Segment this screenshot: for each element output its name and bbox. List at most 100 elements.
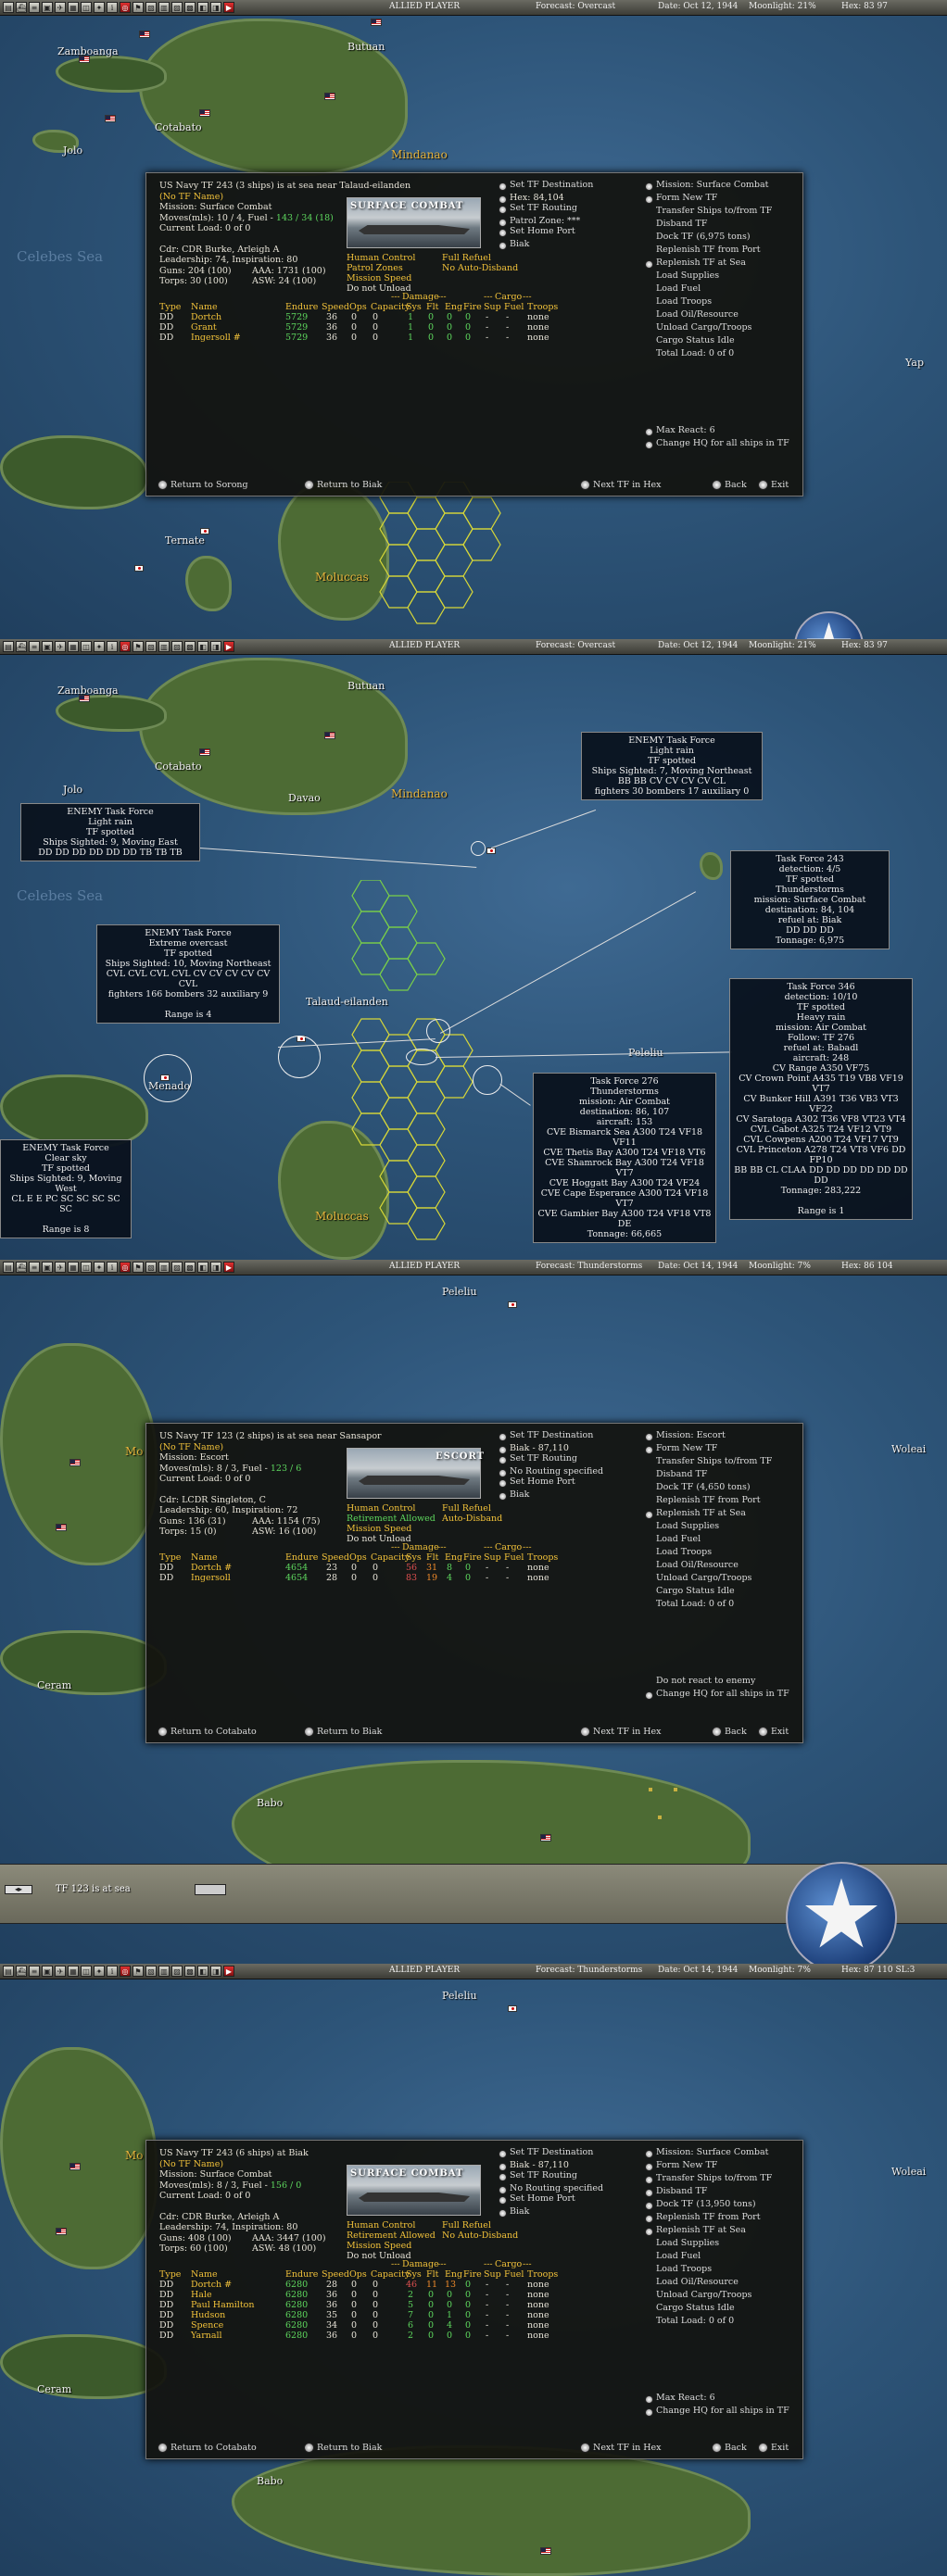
lcu-icon[interactable]: ◫: [81, 1966, 92, 1977]
info-icon[interactable]: i: [107, 641, 118, 652]
lcu-icon[interactable]: ◫: [81, 1262, 92, 1273]
base-icon[interactable]: ▣: [42, 1262, 53, 1273]
set-routing-button[interactable]: Set TF Routing: [499, 2170, 638, 2183]
play-icon[interactable]: ▶: [223, 641, 234, 652]
base-icon[interactable]: ▣: [42, 641, 53, 652]
tf-selection-ring[interactable]: [144, 1054, 192, 1102]
allied-base-flag[interactable]: [371, 19, 382, 26]
flag-icon[interactable]: ⚑: [133, 1262, 144, 1273]
air-icon[interactable]: ✈: [55, 2, 66, 13]
list-icon[interactable]: ≡: [29, 2, 40, 13]
table-row[interactable]: DD Dortch 5729 36 0 0 1 0 0 0- - none: [159, 312, 623, 322]
speed-option[interactable]: Mission Speed: [347, 2241, 541, 2251]
max-react-button[interactable]: Max React: 6: [645, 2393, 802, 2406]
info-icon[interactable]: i: [107, 1262, 118, 1273]
target-icon[interactable]: ◎: [120, 1966, 131, 1977]
disband-tf[interactable]: Disband TF: [645, 1469, 802, 1482]
speed-option[interactable]: Mission Speed: [347, 273, 541, 283]
grid-icon[interactable]: ▩: [184, 641, 196, 652]
set-routing-button[interactable]: Set TF Routing: [499, 203, 638, 216]
return-biak-button[interactable]: Return to Biak: [304, 1727, 382, 1738]
unit-icon[interactable]: ▦: [68, 1262, 79, 1273]
exit-button[interactable]: Exit: [758, 2443, 789, 2454]
table-row[interactable]: DD Ingersoll #5729 36 0 0 1 0 0 0- - none: [159, 333, 623, 343]
ship-icon[interactable]: ⛴: [16, 2, 27, 13]
list-icon[interactable]: ≡: [29, 641, 40, 652]
ship-icon[interactable]: ⛴: [16, 1966, 27, 1977]
exit-button[interactable]: Exit: [758, 1727, 789, 1738]
save-icon[interactable]: ▤: [3, 641, 14, 652]
report-icon[interactable]: ▥: [158, 2, 170, 13]
grid-icon[interactable]: ▩: [184, 1262, 196, 1273]
refuel-option[interactable]: Full Refuel: [442, 2220, 491, 2231]
replenish-port[interactable]: Replenish TF from Port: [645, 1495, 802, 1508]
ops-icon[interactable]: ◧: [197, 2, 208, 13]
refuel-option[interactable]: Full Refuel: [442, 1503, 491, 1514]
hq-icon[interactable]: ✦: [94, 2, 105, 13]
back-button[interactable]: Back: [712, 2443, 747, 2454]
base-icon[interactable]: ▣: [42, 1966, 53, 1977]
japanese-tf-marker[interactable]: [508, 1301, 517, 1308]
target-icon[interactable]: ◎: [120, 641, 131, 652]
mission-button[interactable]: Mission: Surface Combat: [645, 180, 802, 193]
refuel-option[interactable]: Full Refuel: [442, 253, 491, 264]
next-tf-button[interactable]: Next TF in Hex: [580, 2443, 662, 2454]
play-icon[interactable]: ▶: [223, 2, 234, 13]
flag-icon[interactable]: ⚑: [133, 2, 144, 13]
report-icon[interactable]: ▥: [158, 1966, 170, 1977]
save-icon[interactable]: ▤: [3, 1966, 14, 1977]
load-troops[interactable]: Load Troops: [645, 1547, 802, 1560]
tools-icon[interactable]: ◨: [210, 1262, 221, 1273]
form-new-tf-button[interactable]: Form New TF: [645, 2160, 802, 2173]
return-home-button[interactable]: Return to Cotabato: [158, 2443, 257, 2454]
tf-selection-ring[interactable]: [471, 841, 486, 856]
load-oil[interactable]: Load Oil/Resource: [645, 1560, 802, 1573]
disband-option[interactable]: No Auto-Disband: [442, 263, 518, 274]
lcu-icon[interactable]: ◫: [81, 2, 92, 13]
set-destination-button[interactable]: Set TF Destination: [499, 180, 638, 193]
info-icon[interactable]: i: [107, 1966, 118, 1977]
load-fuel[interactable]: Load Fuel: [645, 283, 802, 296]
save-icon[interactable]: ▤: [3, 2, 14, 13]
play-icon[interactable]: ▶: [223, 1966, 234, 1977]
table-row[interactable]: DD Ingersoll 4654 28 0 0 83 19 4 0- - none: [159, 1573, 623, 1583]
transfer-ships[interactable]: Transfer Ships to/from TF: [645, 206, 802, 219]
next-tf-button[interactable]: Next TF in Hex: [580, 1727, 662, 1738]
allied-base-flag[interactable]: [324, 732, 335, 739]
flag-icon[interactable]: ⚑: [133, 641, 144, 652]
exit-button[interactable]: Exit: [758, 480, 789, 491]
enemy-tf-popup[interactable]: ENEMY Task Force Clear sky TF spotted Ships…: [0, 1139, 132, 1238]
dock-tf[interactable]: Dock TF (4,650 tons): [645, 1482, 802, 1495]
load-supplies[interactable]: Load Supplies: [645, 270, 802, 283]
filter-icon[interactable]: ▨: [171, 1262, 183, 1273]
japanese-tf-marker[interactable]: [508, 2005, 517, 2012]
set-home-port-button[interactable]: Set Home Port: [499, 2193, 638, 2206]
base-icon[interactable]: ▣: [42, 2, 53, 13]
replenish-sea-button[interactable]: Replenish TF at Sea: [645, 2225, 802, 2238]
tools-icon[interactable]: ◨: [210, 2, 221, 13]
friendly-tf-popup[interactable]: Task Force 276 Thunderstorms mission: Air …: [533, 1073, 716, 1243]
map-icon[interactable]: ▧: [145, 1262, 157, 1273]
flag-icon[interactable]: ⚑: [133, 1966, 144, 1977]
allied-base-flag[interactable]: [56, 1524, 67, 1531]
replenish-sea-button[interactable]: Replenish TF at Sea: [645, 1508, 802, 1521]
replenish-port[interactable]: Replenish TF from Port: [645, 245, 802, 258]
table-row[interactable]: DD Yarnall 6280 36 0 0 2 0 0 0- - none: [159, 2331, 623, 2341]
grid-icon[interactable]: ▩: [184, 2, 196, 13]
report-icon[interactable]: ▥: [158, 641, 170, 652]
load-oil[interactable]: Load Oil/Resource: [645, 309, 802, 322]
map-icon[interactable]: ▧: [145, 2, 157, 13]
enemy-tf-popup[interactable]: ENEMY Task Force Extreme overcast TF spott…: [96, 924, 280, 1024]
allied-base-flag[interactable]: [79, 56, 90, 63]
disband-option[interactable]: No Auto-Disband: [442, 2230, 518, 2242]
tf-selection-ring[interactable]: [406, 1049, 437, 1065]
disband-tf[interactable]: Disband TF: [645, 219, 802, 232]
hq-icon[interactable]: ✦: [94, 641, 105, 652]
filter-icon[interactable]: ▨: [171, 1966, 183, 1977]
load-supplies[interactable]: Load Supplies: [645, 1521, 802, 1534]
filter-icon[interactable]: ▨: [171, 2, 183, 13]
report-icon[interactable]: ▥: [158, 1262, 170, 1273]
next-tf-button[interactable]: Next TF in Hex: [580, 480, 662, 491]
list-icon[interactable]: ≡: [29, 1262, 40, 1273]
table-row[interactable]: DD Dortch #4654 23 0 0 56 31 8 0- - none: [159, 1563, 623, 1573]
